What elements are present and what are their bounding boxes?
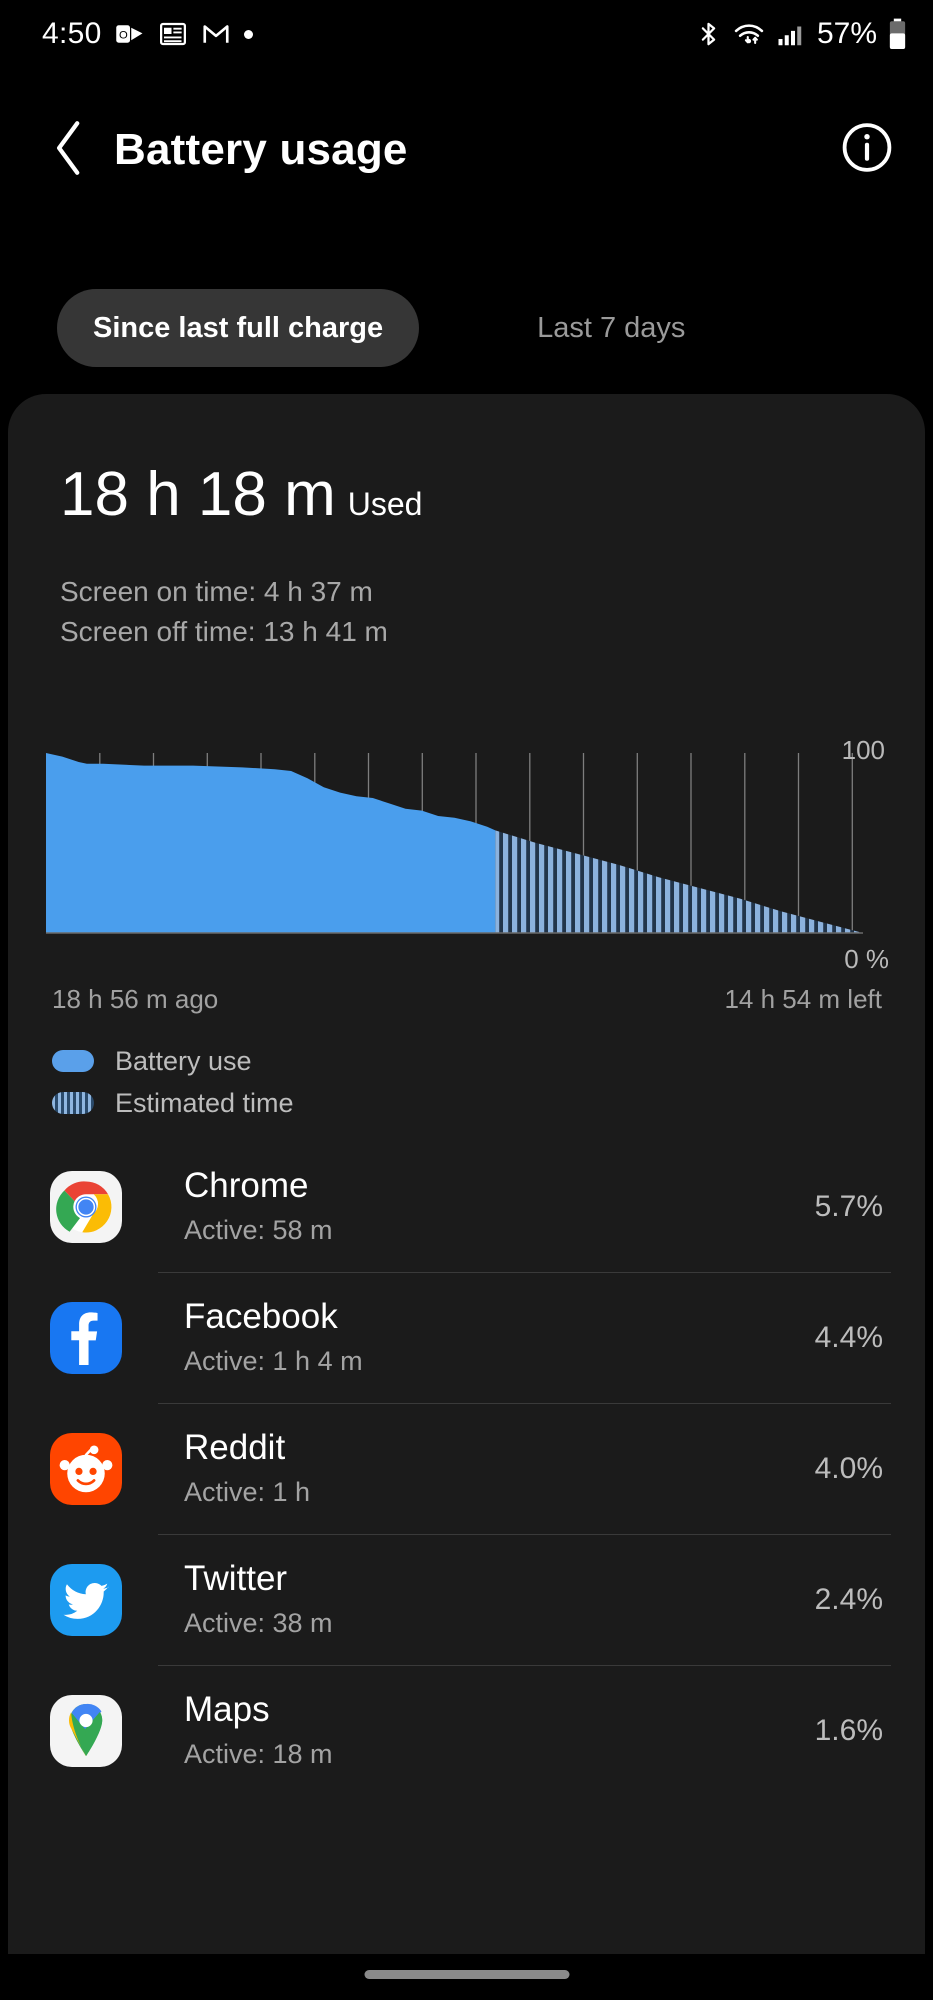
status-bar: 4:50 O 57% <box>0 0 933 68</box>
screen-on-time: Screen on time: 4 h 37 m <box>60 576 373 607</box>
maps-icon <box>50 1695 122 1767</box>
app-name: Reddit <box>184 1427 286 1467</box>
used-time-row: 18 h 18 m Used <box>60 459 422 530</box>
dot-indicator-icon <box>243 29 253 39</box>
legend-item-battery-use: Battery use <box>52 1044 294 1078</box>
chart-axis-max-label: 100 <box>841 735 885 765</box>
navigation-bar <box>0 1954 933 2000</box>
app-active-time: Active: 58 m <box>184 1215 333 1246</box>
facebook-icon <box>50 1302 122 1374</box>
screen-time-group: Screen on time: 4 h 37 m Screen off time… <box>60 572 388 652</box>
app-name: Chrome <box>184 1165 309 1205</box>
app-name: Twitter <box>184 1558 288 1598</box>
legend-swatch-striped-icon <box>52 1092 94 1114</box>
battery-usage-screen: 4:50 O 57% Battery usage Since last full… <box>0 0 933 2000</box>
reddit-icon <box>50 1433 122 1505</box>
signal-icon <box>776 19 806 49</box>
app-usage-row[interactable]: Chrome Active: 58 m 5.7% <box>8 1142 925 1272</box>
news-icon <box>158 19 188 49</box>
legend-swatch-solid-icon <box>52 1050 94 1072</box>
app-info: Maps Active: 18 m <box>184 1690 815 1772</box>
app-name: Maps <box>184 1689 270 1729</box>
bluetooth-icon <box>695 19 722 49</box>
battery-chart-svg <box>46 753 863 934</box>
app-bar: Battery usage <box>0 95 933 205</box>
battery-percent-label: 57% <box>816 17 877 50</box>
info-circle-icon <box>841 123 893 178</box>
status-bar-clock: 4:50 <box>42 17 102 50</box>
chart-x-axis-labels: 18 h 56 m ago 14 h 54 m left <box>52 984 882 1015</box>
legend-label-battery-use: Battery use <box>115 1045 252 1076</box>
app-battery-percent: 1.6% <box>814 1714 883 1747</box>
used-time-value: 18 h 18 m <box>60 460 336 529</box>
outlook-icon: O <box>115 19 145 49</box>
battery-icon <box>888 18 907 50</box>
page-title: Battery usage <box>114 125 408 174</box>
app-info: Chrome Active: 58 m <box>184 1166 815 1248</box>
gmail-icon <box>201 19 231 49</box>
info-button[interactable] <box>841 122 893 179</box>
app-info: Twitter Active: 38 m <box>184 1559 815 1641</box>
home-gesture-pill[interactable] <box>364 1970 569 1979</box>
app-name: Facebook <box>184 1296 338 1336</box>
chart-end-label: 14 h 54 m left <box>724 984 882 1014</box>
app-battery-percent: 4.4% <box>814 1321 883 1354</box>
app-battery-percent: 4.0% <box>814 1452 883 1485</box>
chrome-icon <box>50 1171 122 1243</box>
used-time-label: Used <box>347 486 423 522</box>
tab-since-last-full-charge[interactable]: Since last full charge <box>57 289 420 367</box>
app-active-time: Active: 1 h 4 m <box>184 1346 363 1377</box>
app-active-time: Active: 18 m <box>184 1739 333 1770</box>
chart-battery-use-area <box>46 753 496 933</box>
svg-text:O: O <box>119 29 128 41</box>
battery-level-chart: 100 0 % <box>8 735 925 974</box>
twitter-icon <box>50 1564 122 1636</box>
app-info: Reddit Active: 1 h <box>184 1428 815 1510</box>
wifi-icon <box>733 19 765 49</box>
time-range-tabs: Since last full charge Last 7 days <box>0 285 933 371</box>
chart-axis-min-label: 0 % <box>844 944 889 974</box>
chart-estimated-time-area <box>495 830 863 933</box>
status-bar-right: 57% <box>695 17 907 51</box>
status-bar-left: 4:50 O <box>42 17 253 51</box>
chevron-left-icon <box>52 120 86 181</box>
chart-start-label: 18 h 56 m ago <box>52 984 219 1014</box>
app-usage-row[interactable]: Reddit Active: 1 h 4.0% <box>8 1404 925 1534</box>
app-active-time: Active: 1 h <box>184 1477 311 1508</box>
legend-item-estimated-time: Estimated time <box>52 1086 294 1120</box>
app-battery-percent: 5.7% <box>814 1190 883 1223</box>
app-usage-list: Chrome Active: 58 m 5.7% Facebook Active: 1 … <box>8 1142 925 1796</box>
app-active-time: Active: 38 m <box>184 1608 333 1639</box>
app-usage-row[interactable]: Maps Active: 18 m 1.6% <box>8 1666 925 1796</box>
tab-last-7-days[interactable]: Last 7 days <box>509 289 713 367</box>
app-info: Facebook Active: 1 h 4 m <box>184 1297 815 1379</box>
screen-off-time: Screen off time: 13 h 41 m <box>60 615 388 647</box>
legend-label-estimated-time: Estimated time <box>115 1087 294 1118</box>
chart-legend: Battery use Estimated time <box>52 1044 294 1128</box>
back-button[interactable] <box>34 120 104 181</box>
app-usage-row[interactable]: Facebook Active: 1 h 4 m 4.4% <box>8 1273 925 1403</box>
app-usage-row[interactable]: Twitter Active: 38 m 2.4% <box>8 1535 925 1665</box>
app-battery-percent: 2.4% <box>814 1583 883 1616</box>
battery-summary-card: 18 h 18 m Used Screen on time: 4 h 37 m … <box>8 394 925 1954</box>
